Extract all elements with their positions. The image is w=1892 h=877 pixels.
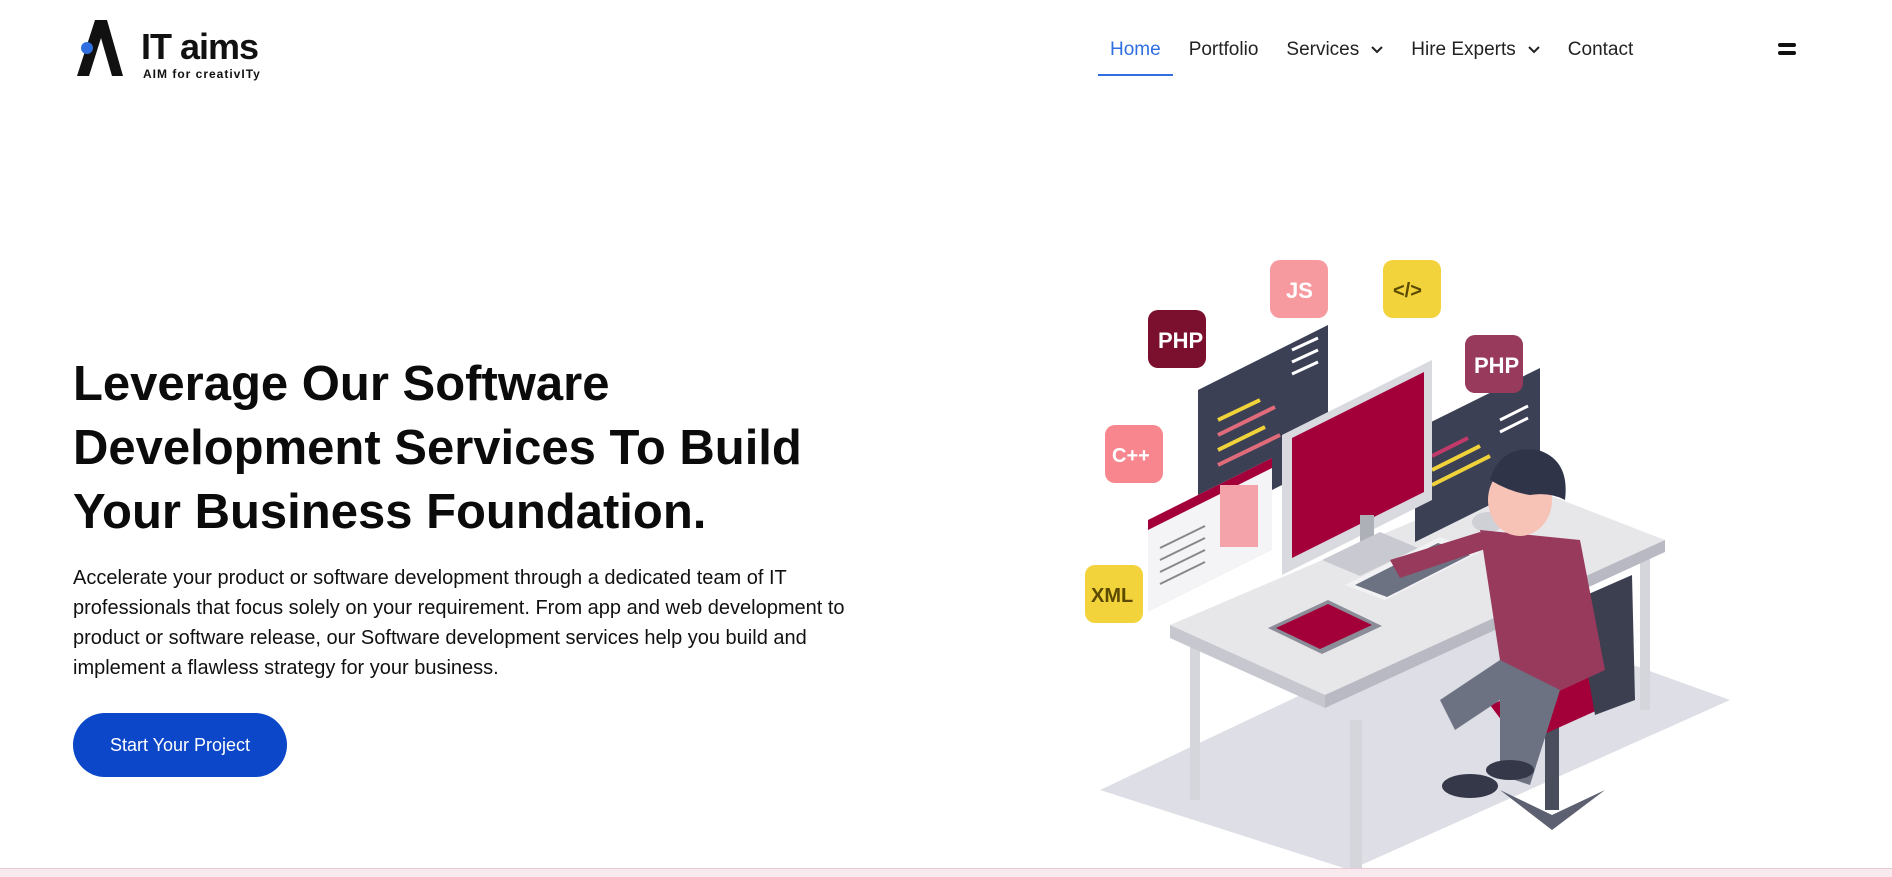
badge-label: XML [1091, 585, 1133, 607]
php-badge: PHP [1148, 310, 1206, 368]
nav-item-label: Contact [1567, 39, 1634, 60]
logo-mark-icon [77, 20, 123, 76]
php-badge-right: PHP [1465, 335, 1523, 393]
nav-item-label: Portfolio [1188, 39, 1259, 60]
xml-badge: XML [1085, 565, 1143, 623]
brand-logo[interactable]: IT aims AIM for creativITy [73, 18, 273, 82]
nav-item-label: Home [1110, 39, 1161, 60]
badge-label: C++ [1112, 445, 1150, 467]
hero-description-line: product or software release, our Softwar… [73, 627, 807, 649]
cpp-badge: C++ [1105, 425, 1163, 483]
hero-title-line: Your Business Foundation. [73, 485, 707, 539]
chevron-down-icon [1371, 46, 1383, 54]
brand-tagline: AIM for creativITy [143, 67, 261, 81]
nav-item-label: Hire Experts [1411, 39, 1516, 60]
hero-description-line: Accelerate your product or software deve… [73, 567, 787, 589]
badge-label: JS [1286, 278, 1313, 303]
nav-item-hire-experts[interactable]: Hire Experts [1399, 38, 1554, 78]
code-tag-badge: </> [1383, 260, 1441, 318]
hero-title-line: Development Services To Build [73, 421, 802, 475]
hero-description: Accelerate your product or software deve… [73, 563, 873, 683]
hero-title-line: Leverage Our Software [73, 357, 610, 411]
chevron-down-icon [1528, 46, 1540, 54]
badge-label: PHP [1158, 328, 1203, 353]
hero-description-line: professionals that focus solely on your … [73, 597, 845, 619]
nav-item-home[interactable]: Home [1098, 38, 1173, 78]
hero-description-line: implement a flawless strategy for your b… [73, 657, 499, 679]
brand-name: IT aims [141, 26, 259, 67]
nav-item-portfolio[interactable]: Portfolio [1177, 38, 1271, 78]
main-nav: Home Portfolio Services Hire Experts Con… [1098, 38, 1645, 78]
badge-label: PHP [1474, 353, 1519, 378]
badge-label: </> [1393, 280, 1422, 302]
nav-item-label: Services [1286, 39, 1360, 60]
hamburger-menu-icon[interactable] [1778, 43, 1796, 57]
developer-illustration: PHP JS </> PHP C++ XML [1085, 260, 1730, 870]
start-project-button[interactable]: Start Your Project [73, 713, 287, 777]
js-badge: JS [1270, 260, 1328, 318]
hero-title: Leverage Our Software Development Servic… [73, 352, 873, 544]
site-header: IT aims AIM for creativITy Home Portfoli… [0, 0, 1892, 100]
nav-item-contact[interactable]: Contact [1556, 38, 1645, 78]
nav-item-services[interactable]: Services [1274, 38, 1397, 78]
